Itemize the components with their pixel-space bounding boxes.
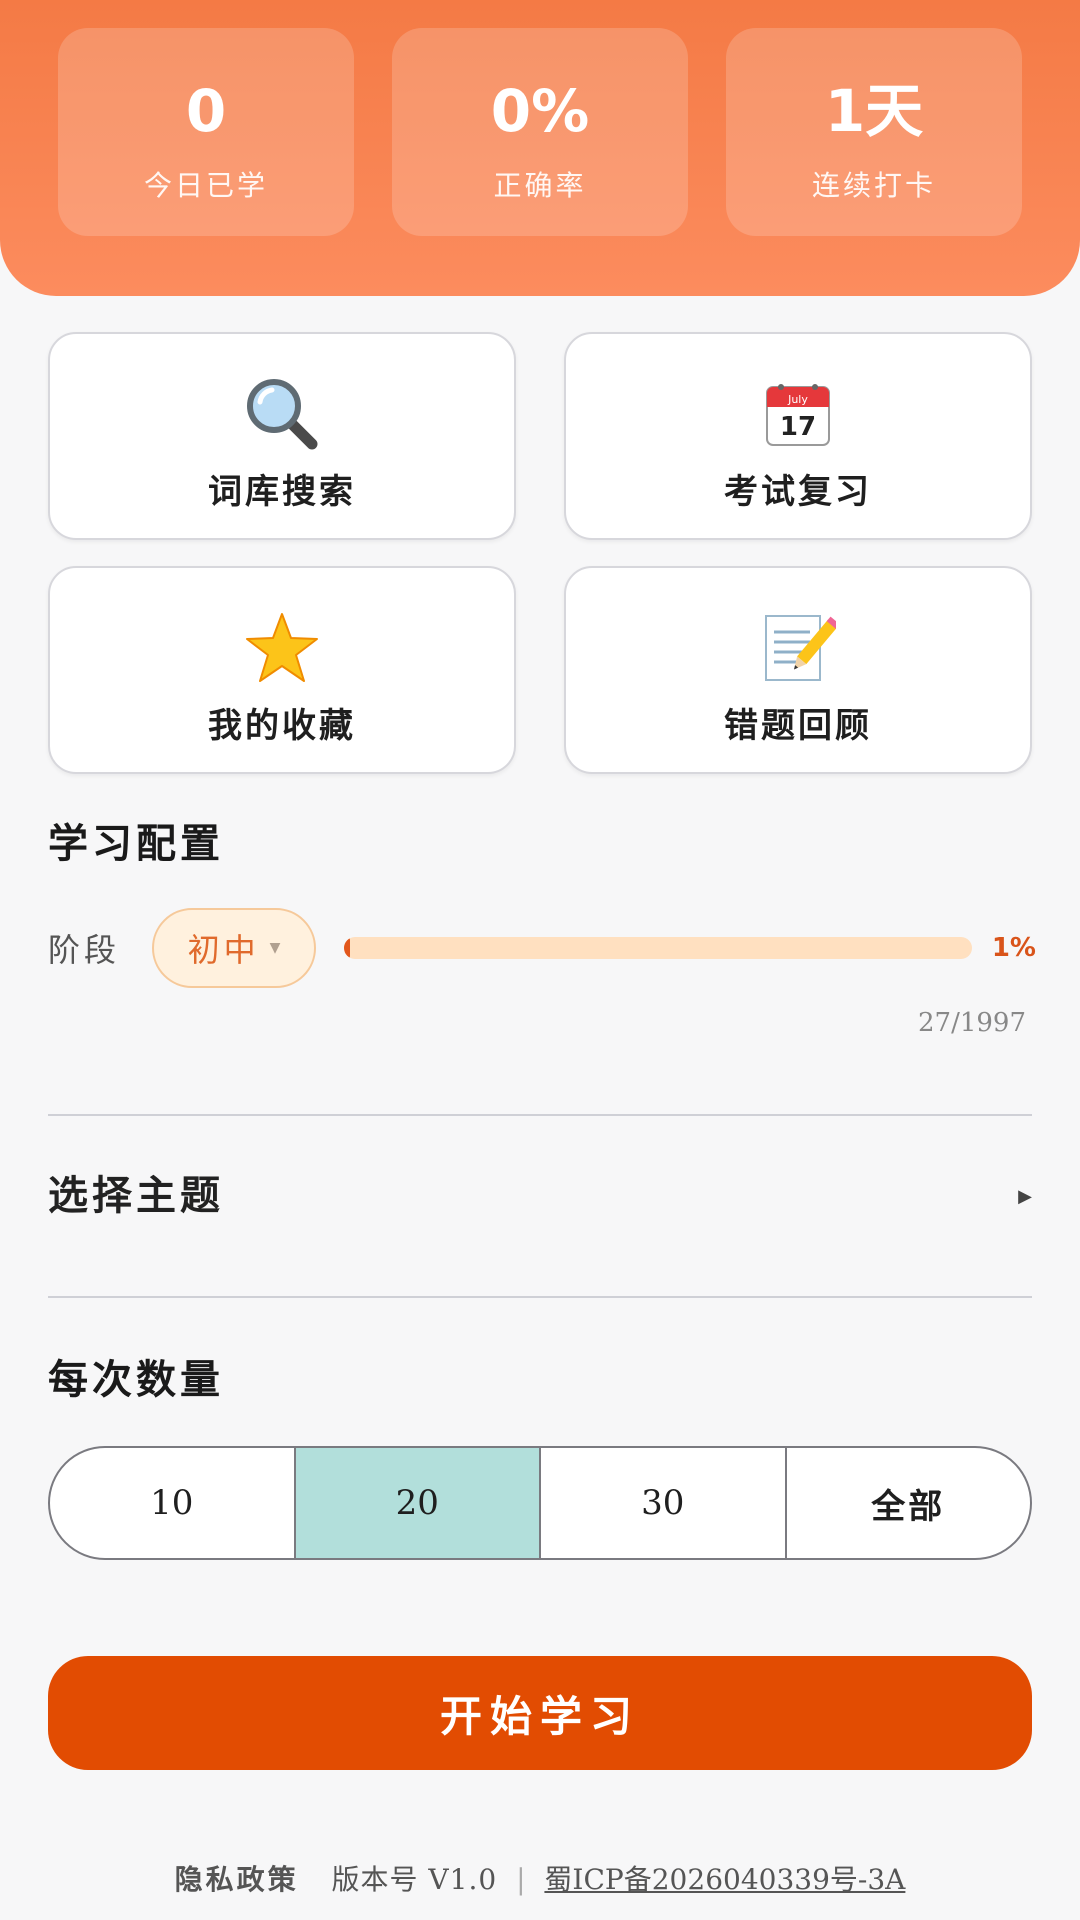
memo-icon: [566, 608, 1030, 688]
progress-count: 27/1997: [917, 1008, 1026, 1038]
star-icon: [50, 608, 514, 688]
start-learning-button[interactable]: 开始学习: [48, 1656, 1032, 1770]
calendar-day: 17: [780, 412, 816, 442]
stat-label: 今日已学: [143, 169, 268, 202]
calendar-month: July: [787, 393, 808, 406]
progress-percent: 1%: [991, 933, 1036, 963]
privacy-policy-link[interactable]: 隐私政策: [175, 1862, 299, 1898]
card-label: 我的收藏: [208, 706, 356, 746]
quantity-option-20[interactable]: 20: [295, 1448, 541, 1558]
magnifier-icon: [50, 374, 514, 454]
quantity-title: 每次数量: [48, 1356, 224, 1403]
stat-label: 连续打卡: [811, 169, 936, 202]
stage-label: 阶段: [48, 931, 121, 969]
version-text: 版本号 V1.0: [331, 1863, 498, 1896]
divider: [48, 1114, 1032, 1116]
mistakes-review-card[interactable]: 错题回顾: [564, 566, 1032, 774]
stat-today-learned: 0 今日已学: [58, 28, 354, 236]
stage-progress-bar: [344, 937, 972, 959]
exam-review-card[interactable]: July 17 考试复习: [564, 332, 1032, 540]
chevron-right-icon: ▶: [1018, 1186, 1032, 1207]
study-config-title: 学习配置: [48, 820, 224, 867]
stage-value: 初中: [187, 931, 260, 969]
card-label: 词库搜索: [208, 472, 356, 512]
quantity-option-10[interactable]: 10: [50, 1448, 296, 1558]
stage-dropdown[interactable]: 初中 ▼: [152, 908, 316, 988]
icp-link[interactable]: 蜀ICP备2026040339号-3A: [544, 1862, 905, 1898]
footer-separator: |: [516, 1863, 526, 1896]
stats-header: 0 今日已学 0% 正确率 1天 连续打卡: [0, 0, 1080, 296]
select-topic-label: 选择主题: [48, 1172, 224, 1219]
stat-streak: 1天 连续打卡: [726, 28, 1022, 236]
quantity-option-all[interactable]: 全部: [787, 1448, 1031, 1558]
stat-value: 0: [185, 77, 227, 145]
divider: [48, 1296, 1032, 1298]
word-search-card[interactable]: 词库搜索: [48, 332, 516, 540]
stat-accuracy: 0% 正确率: [392, 28, 688, 236]
card-label: 考试复习: [724, 472, 872, 512]
stat-value: 1天: [824, 77, 924, 145]
calendar-icon: July 17: [566, 374, 1030, 454]
stage-progress-fill: [344, 937, 351, 959]
quantity-selector: 10 20 30 全部: [48, 1446, 1032, 1560]
dropdown-arrow-icon: ▼: [269, 940, 281, 956]
stat-label: 正确率: [493, 169, 587, 202]
favorites-card[interactable]: 我的收藏: [48, 566, 516, 774]
footer: 隐私政策 版本号 V1.0 | 蜀ICP备2026040339号-3A: [0, 1862, 1080, 1898]
select-topic-row[interactable]: 选择主题 ▶: [48, 1148, 1032, 1248]
quantity-option-30[interactable]: 30: [541, 1448, 787, 1558]
stat-value: 0%: [490, 77, 590, 145]
card-label: 错题回顾: [724, 706, 872, 746]
